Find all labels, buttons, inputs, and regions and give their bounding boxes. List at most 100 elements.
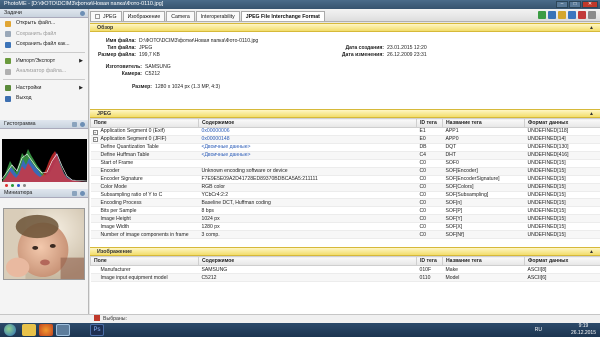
red-channel-toggle[interactable]: [5, 184, 8, 187]
table-row[interactable]: Manufacturer SAMSUNG 010F Make ASCII[8]: [90, 265, 600, 275]
expand-icon[interactable]: +: [92, 137, 98, 143]
histogram-settings-icon[interactable]: [72, 122, 77, 127]
copy-icon[interactable]: [548, 11, 556, 19]
column-header[interactable]: Название тега: [442, 256, 525, 267]
menu-item[interactable]: Сохранить файл как...: [0, 39, 88, 50]
overview-modified: Дата изменения: 26.12.2009 23:31: [341, 52, 427, 58]
cell-text: UNDEFINED[15]: [527, 223, 566, 230]
table-row[interactable]: Encoder Unknown encoding software or devi…: [90, 167, 600, 176]
tab[interactable]: JPEG: [90, 11, 122, 21]
histogram-chart: [2, 139, 87, 182]
image-section-header[interactable]: Изображение ▲: [90, 247, 600, 257]
tab-close-icon[interactable]: [95, 13, 100, 19]
expand-icon[interactable]: +: [92, 129, 98, 135]
cell-text: Color Mode: [100, 184, 127, 191]
table-row[interactable]: Subsampling ratio of Y to C YCbCr4:2:2 C0 S…: [90, 191, 600, 200]
table-row[interactable]: Encoding Process Baseline DCT, Huffman co…: [90, 198, 600, 208]
collapse-caret-icon[interactable]: ▲: [589, 248, 594, 257]
explorer-taskbar-icon[interactable]: [22, 324, 36, 336]
collapse-caret-icon[interactable]: ▲: [589, 110, 594, 119]
menu-item[interactable]: Анализатор файла...: [0, 66, 88, 77]
language-indicator[interactable]: RU: [535, 327, 542, 333]
clock[interactable]: 9:19 26.12.2015: [571, 323, 596, 337]
minimize-button[interactable]: –: [556, 1, 568, 8]
column-header[interactable]: Содержимое: [198, 118, 417, 128]
table-row[interactable]: + Application Segment 0 (JFIF) 0x00000148 E…: [90, 135, 600, 144]
table-row[interactable]: Image Height 1024 px C0 SOF[Y] UNDEFINED[15]: [90, 214, 600, 224]
histogram-panel-header[interactable]: Гистограмма: [0, 120, 88, 129]
tab[interactable]: Interoperability: [195, 11, 240, 21]
table-row[interactable]: Define Quantization Table <Двоичные данны…: [90, 143, 600, 152]
cell-format: UNDEFINED[14]: [524, 135, 600, 144]
panel-collapse-icon[interactable]: [80, 122, 85, 127]
info-icon[interactable]: [568, 11, 576, 19]
menu-item[interactable]: Открыть файл...: [0, 18, 88, 29]
column-header[interactable]: ID тега: [416, 118, 443, 128]
table-row[interactable]: Color Mode RGB color C0 SOF[Colors] UNDEFINE…: [90, 183, 600, 192]
close-button[interactable]: ✕: [582, 1, 598, 8]
panel-collapse-icon[interactable]: [80, 191, 85, 196]
table-row[interactable]: Encoder Signature F7E9E5E09A2D41728ED8937…: [90, 175, 600, 184]
column-header[interactable]: Поле: [90, 256, 199, 267]
menu-item[interactable]: Настройки ▶: [0, 83, 88, 94]
windows-taskbar: Ps RU 9:19 26.12.2015: [0, 323, 600, 337]
luminance-channel-toggle[interactable]: [23, 184, 26, 187]
column-header[interactable]: Формат данных: [524, 118, 600, 128]
table-row[interactable]: Number of image components in frame 3 com…: [90, 230, 600, 240]
tab[interactable]: Изображение: [122, 11, 166, 21]
overview-file-name: Имя файла: D:\ФОТО\DCIM3\фотки\Новая папк…: [105, 38, 259, 44]
cell-value: 1280 px: [198, 222, 417, 232]
table-row[interactable]: Start of Frame C0 SOF0 UNDEFINED[15]: [90, 159, 600, 168]
table-row[interactable]: Define Huffman Table <Двоичные данные> C4 D…: [90, 151, 600, 160]
maximize-button[interactable]: □: [569, 1, 581, 8]
tasks-panel-header[interactable]: Задачи: [0, 9, 88, 18]
column-header[interactable]: Формат данных: [524, 256, 600, 267]
menu-icon[interactable]: [588, 11, 596, 19]
firefox-taskbar-icon[interactable]: [39, 324, 53, 336]
green-channel-toggle[interactable]: [11, 184, 14, 187]
cell-field: Color Mode: [90, 183, 199, 192]
tab-label: JPEG File Interchange Format: [245, 14, 320, 20]
cell-text: E1: [419, 128, 426, 135]
cell-value: <Двоичные данные>: [198, 143, 417, 152]
cell-text: Define Quantization Table: [100, 144, 159, 151]
cell-field: Bits per Sample: [90, 206, 199, 216]
cell-text: Subsampling ratio of Y to C: [100, 191, 163, 198]
cell-text: SOF[Y]: [445, 215, 463, 222]
blue-channel-toggle[interactable]: [17, 184, 20, 187]
folder-icon[interactable]: [558, 11, 566, 19]
overview-section-header[interactable]: Обзор ▲: [90, 23, 600, 32]
cell-text: C0: [419, 231, 427, 238]
jpeg-section-header[interactable]: JPEG ▲: [90, 109, 600, 118]
cell-name: Make: [442, 265, 525, 275]
column-header[interactable]: ID тега: [416, 256, 443, 267]
panel-collapse-icon[interactable]: [80, 11, 85, 16]
tab[interactable]: Camera: [166, 11, 195, 21]
tasks-menu: Открыть файл... Сохранить файл Сохранить ф…: [0, 18, 88, 104]
column-header[interactable]: Поле: [90, 118, 199, 128]
thumbnail-settings-icon[interactable]: [72, 191, 77, 196]
menu-item[interactable]: Выход: [0, 93, 88, 104]
table-row[interactable]: Bits per Sample 8 bps C0 SOF[P] UNDEFINED[15…: [90, 206, 600, 216]
cell-text: C0: [419, 199, 427, 206]
menu-item[interactable]: Импорт/Экспорт ▶: [0, 56, 88, 67]
table-row[interactable]: Image input equipment model C5212 0110 Mode…: [90, 273, 600, 282]
menu-item[interactable]: Сохранить файл: [0, 29, 88, 40]
cell-name: DHT: [442, 151, 525, 160]
tab[interactable]: JPEG File Interchange Format: [240, 11, 325, 21]
delete-icon[interactable]: [578, 11, 586, 19]
menu-item-label: Открыть файл...: [16, 20, 56, 26]
column-header[interactable]: Название тега: [442, 118, 525, 128]
start-button[interactable]: [4, 324, 16, 336]
photome-taskbar-icon[interactable]: [56, 324, 70, 336]
cell-format: ASCII[8]: [524, 265, 600, 275]
tab-label: JPEG: [103, 14, 117, 20]
close-selection-icon[interactable]: [94, 315, 100, 321]
column-header[interactable]: Содержимое: [198, 256, 417, 267]
table-row[interactable]: + Application Segment 0 (Exif) 0x00000006 E…: [90, 127, 600, 136]
photoshop-taskbar-icon[interactable]: Ps: [90, 324, 104, 336]
thumbnail-panel-header[interactable]: Миниатюра: [0, 189, 88, 198]
table-row[interactable]: Image Width 1280 px C0 SOF[X] UNDEFINED[15]: [90, 222, 600, 232]
menu-item-label: Выход: [16, 95, 32, 101]
refresh-icon[interactable]: [538, 11, 546, 19]
